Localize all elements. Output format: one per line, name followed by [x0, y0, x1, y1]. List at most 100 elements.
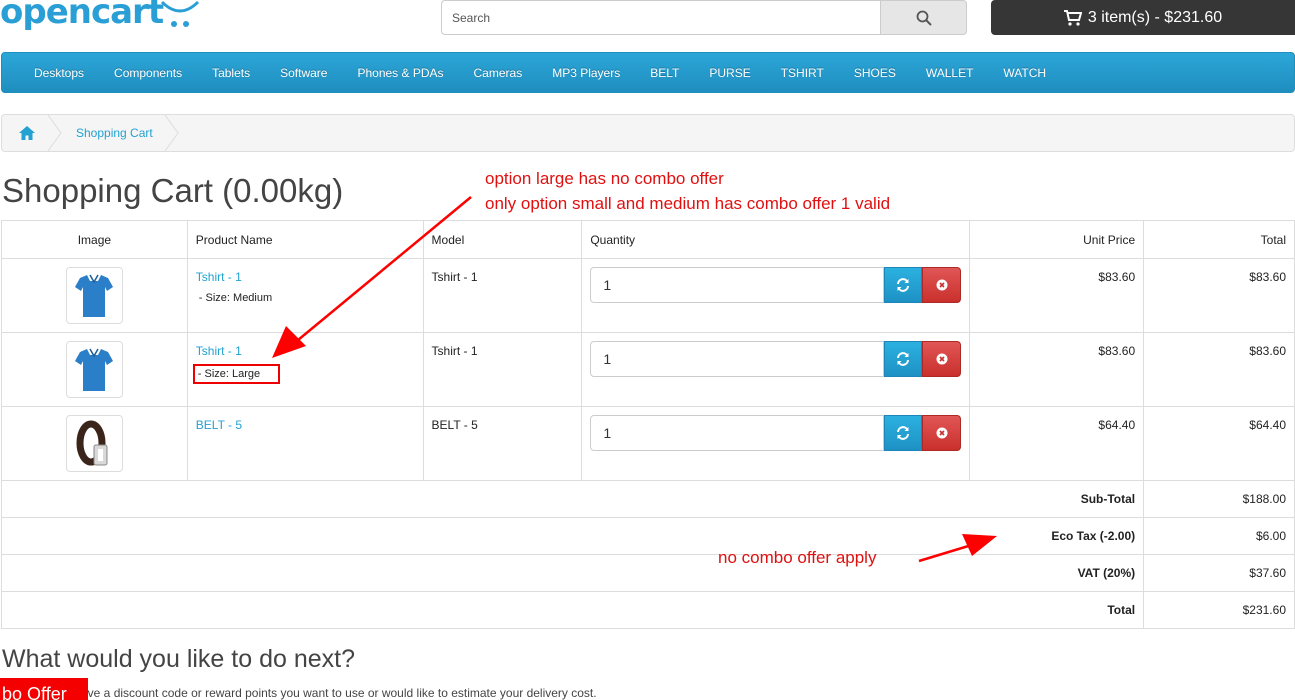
tshirt-image [75, 348, 114, 391]
cell-model: Tshirt - 1 [422, 332, 583, 407]
product-model: BELT - 5 [431, 418, 478, 432]
product-thumbnail[interactable] [65, 267, 123, 324]
header-product-name: Product Name [186, 220, 424, 259]
remove-icon [936, 427, 948, 439]
header-model: Model [422, 220, 583, 259]
menu-item-phones[interactable]: Phones & PDAs [342, 66, 458, 80]
menu-item-tshirt[interactable]: TSHIRT [766, 66, 839, 80]
cell-model: Tshirt - 1 [422, 258, 583, 333]
header-total: Total [1143, 220, 1295, 259]
product-thumbnail[interactable] [65, 341, 123, 398]
menu-item-purse[interactable]: PURSE [694, 66, 765, 80]
line-total: $64.40 [1249, 418, 1286, 432]
cell-unit-price: $64.40 [969, 406, 1145, 481]
product-model: Tshirt - 1 [431, 270, 478, 284]
cell-total: $83.60 [1143, 332, 1295, 407]
cart-summary: 3 item(s) - $231.60 [1087, 8, 1223, 26]
table-row: Tshirt - 1 - Size: Medium Tshirt - 1 1 $… [1, 258, 1295, 333]
search-button[interactable] [880, 0, 967, 35]
header-quantity: Quantity [581, 220, 971, 259]
cell-total: $83.60 [1143, 258, 1295, 333]
vat-label: VAT (20%) [0, 554, 1145, 592]
header-unit-price: Unit Price [969, 220, 1145, 259]
page-title: Shopping Cart (0.00kg) [2, 172, 344, 209]
search-bar [441, 0, 967, 35]
top-menu: Desktops Components Tablets Software Pho… [1, 52, 1295, 93]
search-input[interactable] [441, 0, 880, 35]
table-row: Tshirt - 1 - Size: Large Tshirt - 1 1 $8… [1, 332, 1295, 407]
subtotal-label: Sub-Total [0, 480, 1145, 518]
menu-item-tablets[interactable]: Tablets [197, 66, 265, 80]
menu-item-wallet[interactable]: WALLET [911, 66, 989, 80]
menu-item-desktops[interactable]: Desktops [19, 66, 99, 80]
menu-item-belt[interactable]: BELT [635, 66, 694, 80]
refresh-icon [897, 352, 910, 366]
product-name-link[interactable]: BELT - 5 [196, 418, 415, 432]
breadcrumb-separator [164, 115, 179, 151]
ecotax-label: Eco Tax (-2.00) [0, 517, 1145, 555]
annotation-note: no combo offer apply [718, 548, 877, 567]
menu-item-shoes[interactable]: SHOES [839, 66, 911, 80]
refresh-icon [897, 278, 910, 292]
refresh-icon [897, 426, 910, 440]
cart-logo-icon [160, 0, 200, 27]
menu-item-watch[interactable]: WATCH [988, 66, 1061, 80]
remove-button[interactable] [922, 341, 962, 377]
breadcrumb-home[interactable] [2, 115, 52, 151]
table-header-row: Image Product Name Model Quantity Unit P… [1, 220, 1295, 259]
breadcrumb-shopping-cart[interactable]: Shopping Cart [62, 126, 165, 140]
totals-row-total: Total $231.60 [0, 591, 1295, 629]
cell-quantity [581, 406, 971, 481]
cell-image [1, 406, 188, 481]
cell-total: $64.40 [1143, 406, 1295, 481]
cell-image [1, 332, 188, 407]
menu-item-components[interactable]: Components [99, 66, 197, 80]
cell-name: BELT - 5 [186, 406, 424, 481]
product-name-link[interactable]: Tshirt - 1 [196, 344, 415, 358]
table-row: BELT - 5 BELT - 5 1 $64.40 $64.40 [1, 406, 1295, 481]
totals-row-ecotax: Eco Tax (-2.00) $6.00 [0, 517, 1295, 555]
cart-table: Image Product Name Model Quantity Unit P… [0, 220, 1295, 629]
update-button[interactable] [884, 267, 923, 303]
menu-item-mp3[interactable]: MP3 Players [537, 66, 635, 80]
total-label: Total [0, 591, 1145, 629]
quantity-input[interactable] [590, 267, 885, 303]
quantity-input[interactable] [590, 415, 885, 451]
menu-item-cameras[interactable]: Cameras [459, 66, 538, 80]
product-option-highlighted: - Size: Large [192, 364, 280, 384]
cell-unit-price: $83.60 [969, 258, 1145, 333]
cart-button[interactable]: 3 item(s) - $231.60 [991, 0, 1295, 35]
remove-button[interactable] [922, 267, 962, 303]
remove-button[interactable] [922, 415, 962, 451]
product-option: - Size: Medium [198, 292, 273, 304]
total-value: $231.60 [1143, 591, 1295, 629]
header-image: Image [1, 220, 188, 259]
remove-icon [936, 279, 948, 291]
unit-price: $83.60 [1098, 270, 1136, 284]
annotation-line-2: only option small and medium has combo o… [485, 194, 891, 213]
tshirt-image [75, 274, 114, 317]
breadcrumb: Shopping Cart [1, 114, 1295, 152]
home-icon [19, 126, 35, 140]
search-icon [916, 10, 932, 26]
product-name-link[interactable]: Tshirt - 1 [196, 270, 415, 284]
update-button[interactable] [884, 341, 923, 377]
cell-name: Tshirt - 1 - Size: Medium [186, 258, 424, 333]
update-button[interactable] [884, 415, 923, 451]
cell-unit-price: $83.60 [969, 332, 1145, 407]
line-total: $83.60 [1249, 270, 1286, 284]
totals-row-vat: VAT (20%) $37.60 [0, 554, 1295, 592]
quantity-input[interactable] [590, 341, 885, 377]
unit-price: $83.60 [1098, 344, 1136, 358]
logo[interactable]: opencart [0, 0, 200, 36]
cell-name: Tshirt - 1 - Size: Large [186, 332, 424, 407]
quantity-group [590, 267, 962, 303]
product-thumbnail[interactable] [65, 415, 123, 472]
menu-item-software[interactable]: Software [265, 66, 342, 80]
annotation-line-1: option large has no combo offer [485, 169, 724, 188]
subtotal-value: $188.00 [1143, 480, 1295, 518]
cell-image [1, 258, 188, 333]
combo-offer-tab[interactable]: bo Offer [0, 678, 88, 700]
unit-price: $64.40 [1098, 418, 1136, 432]
cell-quantity [581, 332, 971, 407]
